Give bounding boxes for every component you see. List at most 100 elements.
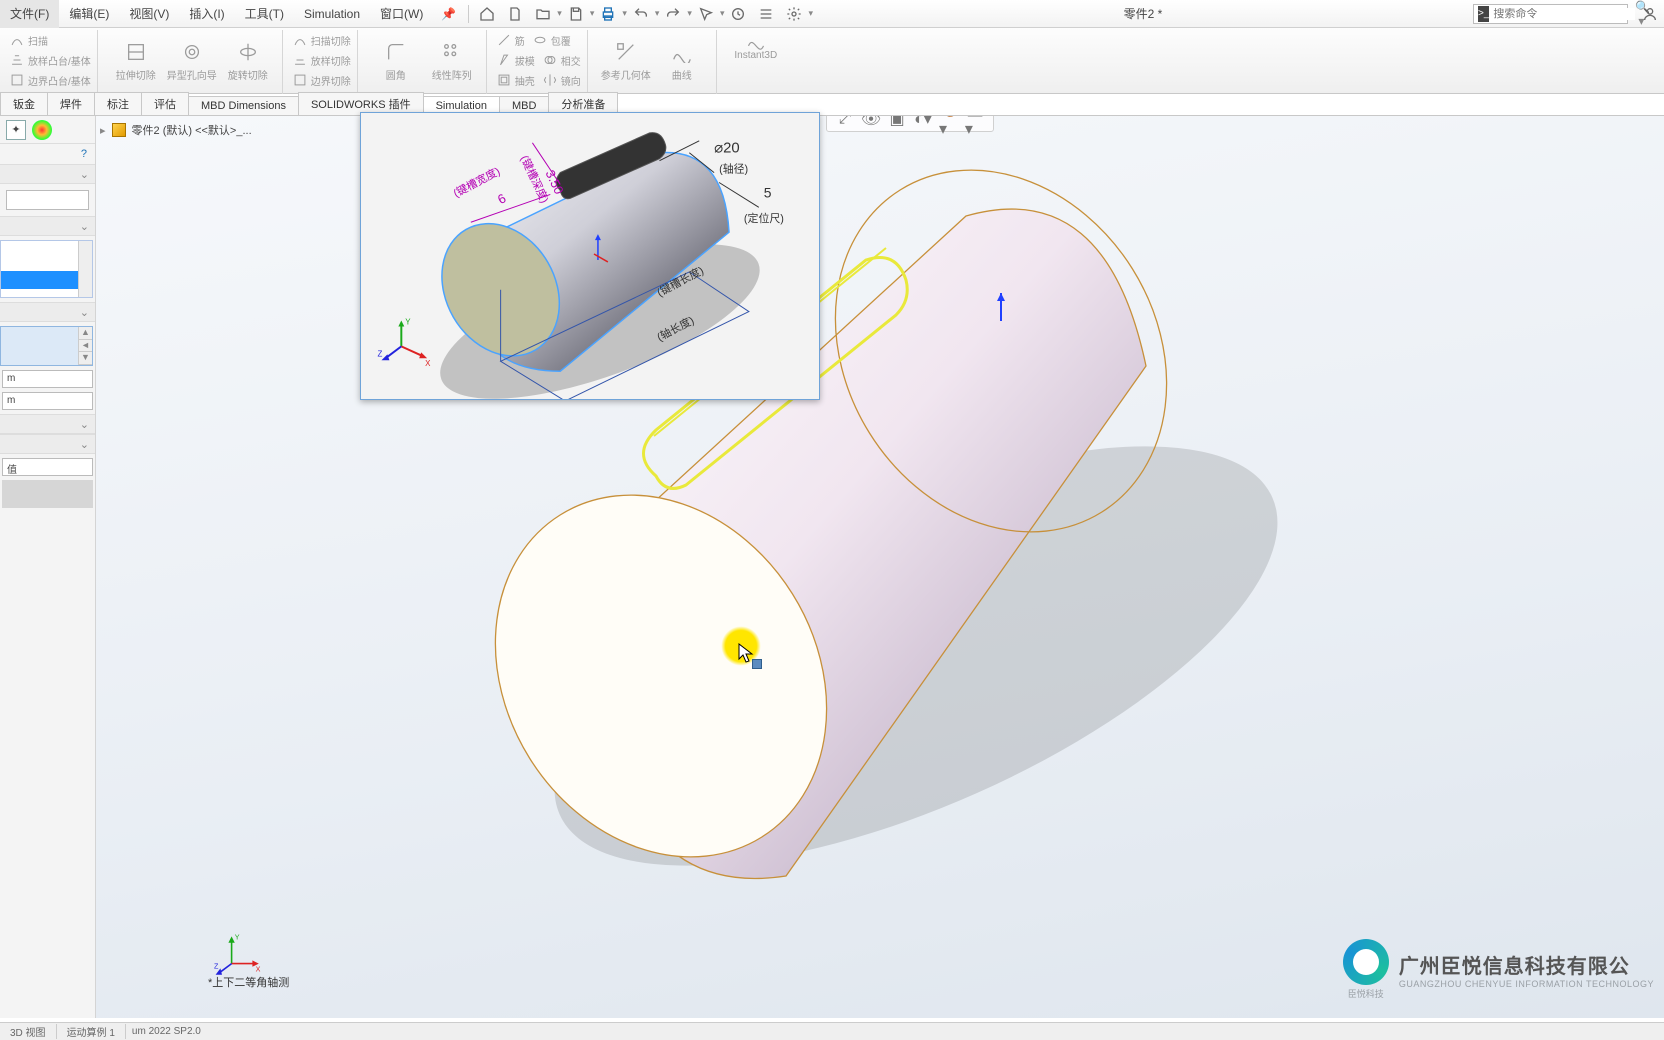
fillet-button[interactable]: 圆角: [368, 30, 424, 92]
loft-boss-button[interactable]: 放样凸台/基体: [10, 50, 91, 70]
pm-section-5[interactable]: [0, 434, 95, 454]
inset-dia: ⌀20: [714, 141, 740, 157]
draft-button[interactable]: 拔模: [497, 50, 535, 70]
inset-five: 5: [764, 184, 772, 200]
undo-icon[interactable]: [629, 2, 653, 26]
tab-annotate[interactable]: 标注: [94, 92, 142, 115]
svg-text:Z: Z: [377, 349, 382, 358]
pm-selection-box[interactable]: ▲◄▼: [0, 326, 93, 366]
model-canvas: [96, 116, 1664, 1018]
inset-loc: (定位尺): [744, 211, 784, 225]
pm-listbox[interactable]: [0, 240, 93, 298]
rib-button[interactable]: 筋: [497, 30, 525, 50]
pm-tab-feature-icon[interactable]: ✦: [6, 120, 26, 140]
inset-axis-dia: (轴径): [719, 162, 748, 176]
save-icon[interactable]: [564, 2, 588, 26]
pm-text-field-1[interactable]: [6, 190, 89, 210]
company-logo-icon: [1343, 939, 1389, 985]
loft-cut-button[interactable]: 放样切除: [293, 50, 351, 70]
menu-simulation[interactable]: Simulation: [294, 0, 370, 28]
command-search-input[interactable]: [1493, 8, 1635, 20]
pin-icon[interactable]: 📌: [433, 7, 464, 21]
ref-geom-button[interactable]: 参考几何体: [598, 30, 654, 92]
curves-button[interactable]: 曲线: [654, 30, 710, 92]
svg-text:X: X: [425, 359, 431, 368]
view-orientation-note: *上下二等角轴测: [208, 974, 289, 990]
menu-tools[interactable]: 工具(T): [235, 0, 294, 28]
tab-motion-study[interactable]: 运动算例 1: [57, 1024, 126, 1039]
dimension-preview-window[interactable]: ⌀20 (轴径) 5 (定位尺) 3.50 (键槽深度) 6 (键槽宽度) (键…: [360, 112, 820, 400]
gear-icon[interactable]: [782, 2, 806, 26]
boundary-boss-button[interactable]: 边界凸台/基体: [10, 70, 91, 90]
svg-text:X: X: [256, 965, 261, 974]
rebuild-icon[interactable]: [726, 2, 750, 26]
part-icon: [112, 123, 126, 137]
options-list-icon[interactable]: [754, 2, 778, 26]
home-icon[interactable]: [475, 2, 499, 26]
menu-edit[interactable]: 编辑(E): [59, 0, 119, 28]
print-icon[interactable]: [596, 2, 620, 26]
expand-triangle-icon[interactable]: ▸: [100, 124, 106, 137]
user-icon[interactable]: [1638, 2, 1662, 26]
spinner-mid-icon[interactable]: ◄: [79, 340, 92, 353]
menu-bar: 文件(F) 编辑(E) 视图(V) 插入(I) 工具(T) Simulation…: [0, 0, 1664, 28]
pm-value-label: 值: [2, 458, 93, 476]
pm-section-4[interactable]: [0, 414, 95, 434]
pm-help-icon[interactable]: ?: [0, 144, 95, 164]
boundary-cut-button[interactable]: 边界切除: [293, 70, 351, 90]
select-icon[interactable]: [694, 2, 718, 26]
feature-tree-root-label[interactable]: 零件2 (默认) <<默认>_...: [132, 122, 252, 138]
graphics-viewport[interactable]: ⤢ 👁 ▣ ◐▾ 🎨▾ 🖥▾: [96, 116, 1664, 1018]
new-icon[interactable]: [503, 2, 527, 26]
shell-button[interactable]: 抽壳: [497, 70, 535, 90]
feature-tree-breadcrumb[interactable]: ▸ 零件2 (默认) <<默认>_...: [100, 122, 252, 138]
menu-window[interactable]: 窗口(W): [370, 0, 433, 28]
company-name-en: GUANGZHOU CHENYUE INFORMATION TECHNOLOGY: [1399, 979, 1654, 989]
spinner-down-icon[interactable]: ▼: [79, 352, 92, 365]
scrollbar[interactable]: [78, 241, 92, 297]
pm-section-2[interactable]: [0, 216, 95, 236]
svg-text:Y: Y: [405, 318, 411, 327]
intersect-button[interactable]: 相交: [543, 50, 581, 70]
svg-text:Z: Z: [214, 961, 219, 970]
hole-wizard-button[interactable]: 异型孔向导: [164, 30, 220, 92]
menu-view[interactable]: 视图(V): [119, 0, 179, 28]
instant3d-button[interactable]: Instant3D: [721, 30, 791, 61]
view-triad: Y X Z: [214, 930, 262, 978]
tab-sheetmetal[interactable]: 钣金: [0, 92, 48, 115]
open-icon[interactable]: [531, 2, 555, 26]
redo-icon[interactable]: [661, 2, 685, 26]
tab-3d-view[interactable]: 3D 视图: [0, 1024, 57, 1039]
ribbon: 扫描 放样凸台/基体 边界凸台/基体 拉伸切除 异型孔向导 旋转切除 扫描切除 …: [0, 28, 1664, 94]
mirror-button[interactable]: 镜向: [543, 70, 581, 90]
extrude-cut-button[interactable]: 拉伸切除: [108, 30, 164, 92]
document-title: 零件2 *: [813, 5, 1473, 22]
mouse-cursor: [738, 643, 754, 668]
tab-mbd-dim[interactable]: MBD Dimensions: [188, 96, 299, 115]
revolve-cut-button[interactable]: 旋转切除: [220, 30, 276, 92]
bottom-tab-bar: 3D 视图 运动算例 1 um 2022 SP2.0: [0, 1022, 1664, 1040]
wrap-button[interactable]: 包覆: [533, 30, 571, 50]
pm-unit-box-2[interactable]: m: [2, 392, 93, 410]
svg-text:Y: Y: [235, 933, 240, 942]
linear-pattern-button[interactable]: 线性阵列: [424, 30, 480, 92]
property-manager: ✦ ? ▲◄▼ m m 值: [0, 116, 96, 1018]
company-name: 广州臣悦信息科技有限公: [1399, 950, 1654, 979]
company-short-name: 臣悦科技: [1343, 987, 1389, 1000]
command-tab-strip: 钣金 焊件 标注 评估 MBD Dimensions SOLIDWORKS 插件…: [0, 94, 1664, 116]
company-watermark: 臣悦科技 广州臣悦信息科技有限公 GUANGZHOU CHENYUE INFOR…: [1343, 939, 1654, 1000]
pm-section-1[interactable]: [0, 164, 95, 184]
pm-tab-appearance-icon[interactable]: [32, 120, 52, 140]
tab-weldment[interactable]: 焊件: [47, 92, 95, 115]
pm-section-3[interactable]: [0, 302, 95, 322]
tab-evaluate[interactable]: 评估: [141, 92, 189, 115]
menu-file[interactable]: 文件(F): [0, 0, 59, 28]
command-search[interactable]: >_ 🔍▾: [1473, 4, 1628, 24]
menu-insert[interactable]: 插入(I): [179, 0, 234, 28]
sweep-cut-button[interactable]: 扫描切除: [293, 30, 351, 50]
inset-width: 6: [495, 190, 508, 207]
spinner-up-icon[interactable]: ▲: [79, 327, 92, 340]
sweep-button[interactable]: 扫描: [10, 30, 91, 50]
pm-unit-box-1[interactable]: m: [2, 370, 93, 388]
version-label: um 2022 SP2.0: [132, 1026, 201, 1037]
